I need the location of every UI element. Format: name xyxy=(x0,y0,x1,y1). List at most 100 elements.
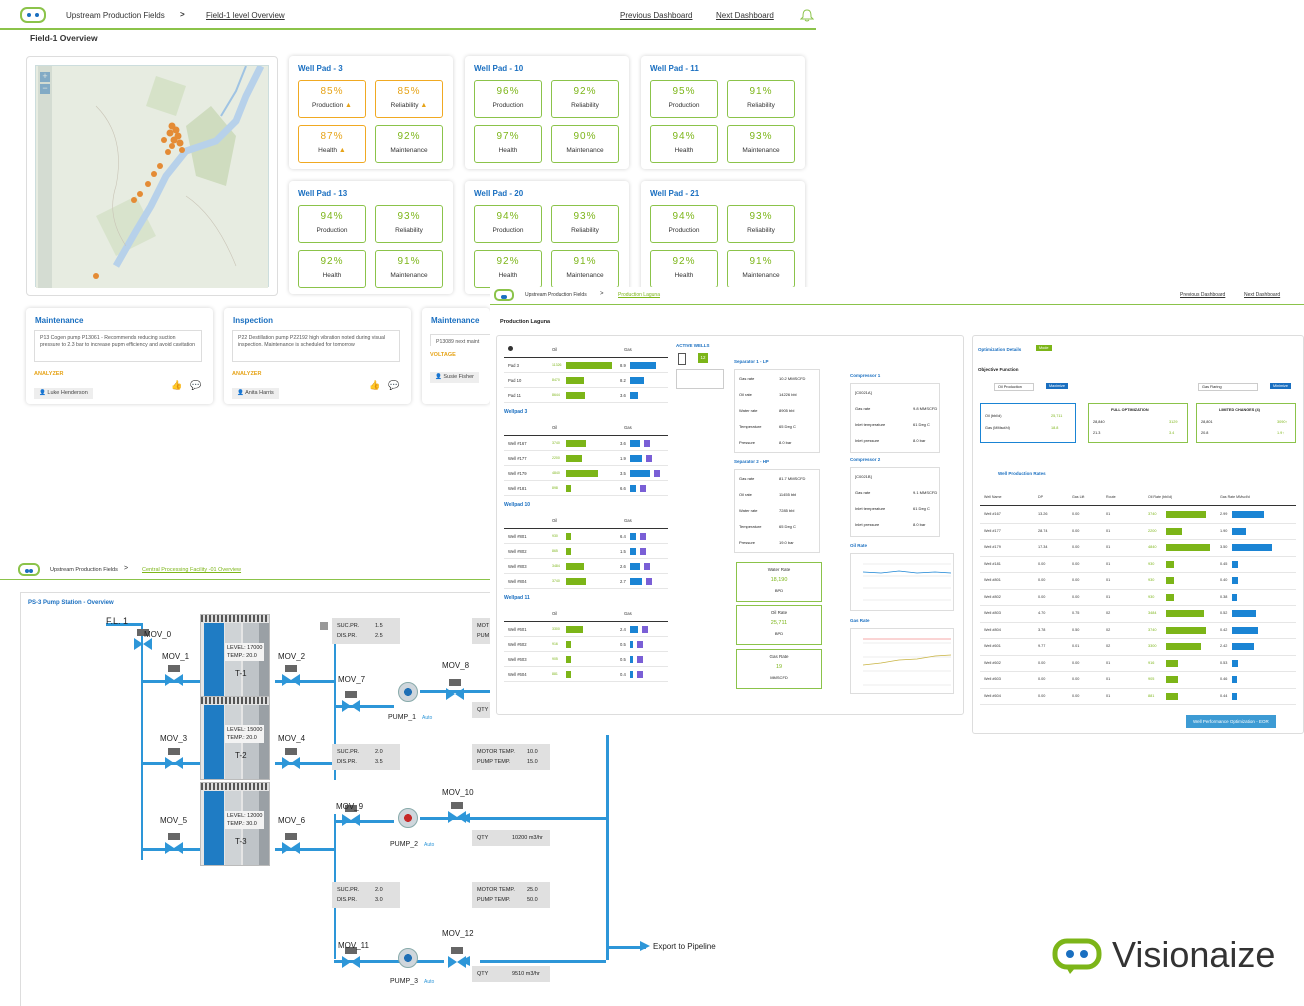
table-row[interactable]: Pad 3 11326 8.9 xyxy=(504,358,668,373)
well-pad-card[interactable]: Well Pad - 11 95% Production 91% Reliability… xyxy=(641,56,805,169)
kpi-tile[interactable]: 91% Maintenance xyxy=(375,250,443,288)
breadcrumb-app[interactable]: Upstream Production Fields xyxy=(50,567,118,573)
kpi-tile[interactable]: 91% Maintenance xyxy=(551,250,619,288)
kpi-tile[interactable]: 93% Reliability xyxy=(551,205,619,243)
storage-tank[interactable]: LEVEL: 12000 TEMP.: 30.0 T-3 xyxy=(200,782,270,866)
well-pad-card[interactable]: Well Pad - 10 96% Production 92% Reliability… xyxy=(465,56,629,169)
select-all-icon[interactable] xyxy=(508,346,513,351)
table-row[interactable]: Well #603 905 0.5 xyxy=(504,652,668,667)
compressor-box[interactable]: [C0021A] Gas rate 9.8 MMSCFD Inlet temperat… xyxy=(850,383,940,453)
valve-icon[interactable] xyxy=(342,700,360,712)
bell-icon[interactable] xyxy=(800,9,814,22)
breadcrumb-app[interactable]: Upstream Production Fields xyxy=(66,11,165,20)
kpi-tile[interactable]: 97% Health xyxy=(474,125,542,163)
kpi-tile[interactable]: 94% Health xyxy=(650,125,718,163)
previous-dashboard-link[interactable]: Previous Dashboard xyxy=(620,11,692,20)
well-pad-card[interactable]: Well Pad - 13 94% Production 93% Reliability… xyxy=(289,181,453,294)
kpi-tile[interactable]: 94% Production xyxy=(474,205,542,243)
next-dashboard-link[interactable]: Next Dashboard xyxy=(1244,292,1280,298)
kpi-tile[interactable]: 92% Health xyxy=(298,250,366,288)
table-row[interactable]: Well #167 13.26 0.00 01 3740 2.99 xyxy=(980,507,1296,524)
maximize-button[interactable]: Maximize xyxy=(1046,383,1069,389)
breadcrumb-link[interactable]: Production Laguna xyxy=(618,292,660,298)
alert-card[interactable]: Maintenance P13 Cogen pump P13061 - Recom… xyxy=(26,308,213,404)
breadcrumb-link[interactable]: Central Processing Facility -01 Overview xyxy=(142,567,241,573)
box2-result[interactable]: FULL OPTIMIZATION 28,840 3129 21.3 3.4 xyxy=(1088,403,1188,443)
table-row[interactable]: Pad 11 8644 3.6 xyxy=(504,388,668,403)
table-row[interactable]: Well #604 0.00 0.00 01 881 0.44 xyxy=(980,689,1296,705)
kpi-tile[interactable]: 91% Maintenance xyxy=(727,250,795,288)
kpi-tile[interactable]: 92% Health xyxy=(650,250,718,288)
kpi-tile[interactable]: 92% Maintenance xyxy=(375,125,443,163)
pump-mode[interactable]: Auto xyxy=(422,715,432,721)
optimization-button[interactable]: Well Performance Optimization - EOR xyxy=(1186,715,1276,728)
valve-icon[interactable] xyxy=(342,814,360,826)
table-row[interactable]: Well #181 898 6.6 xyxy=(504,481,668,496)
box3-result[interactable]: LIMITED CHANGES (4) 28,801 3090↑ 20.8 1.9↑ xyxy=(1196,403,1296,443)
table-row[interactable]: Well #803 4.70 0.75 02 3484 0.52 xyxy=(980,606,1296,623)
field-map[interactable]: + − xyxy=(26,56,278,296)
table-row[interactable]: Well #179 4840 3.5 xyxy=(504,466,668,481)
table-row[interactable]: Well #604 881 0.4 xyxy=(504,667,668,682)
objective-select[interactable]: Oil Production xyxy=(994,383,1034,391)
valve-icon[interactable] xyxy=(282,757,300,769)
flaring-select[interactable]: Gas Flaring xyxy=(1198,383,1258,391)
kpi-tile[interactable]: 95% Production xyxy=(650,80,718,118)
minimize-button[interactable]: Minimize xyxy=(1270,383,1291,389)
table-row[interactable]: Well #602 916 0.5 xyxy=(504,637,668,652)
table-row[interactable]: Well #803 3484 2.6 xyxy=(504,559,668,574)
table-row[interactable]: Pad 10 8470 8.2 xyxy=(504,373,668,388)
table-row[interactable]: Well #804 3.78 0.50 02 3740 0.42 xyxy=(980,623,1296,639)
kpi-tile[interactable]: 94% Production xyxy=(650,205,718,243)
kpi-tile[interactable]: 87% Health ▲ xyxy=(298,125,366,163)
well-pad-card[interactable]: Well Pad - 20 94% Production 93% Reliability… xyxy=(465,181,629,294)
kpi-tile[interactable]: 96% Production xyxy=(474,80,542,118)
valve-icon[interactable] xyxy=(282,842,300,854)
previous-dashboard-link[interactable]: Previous Dashboard xyxy=(1180,292,1225,298)
mode-badge[interactable]: Mode xyxy=(1036,345,1052,351)
alert-card[interactable]: Inspection P22 Destillation pump P22192 h… xyxy=(224,308,411,404)
table-row[interactable]: Well #167 3740 3.6 xyxy=(504,436,668,451)
table-row[interactable]: Well #179 17.34 0.00 01 4840 3.50 xyxy=(980,540,1296,557)
comment-icon[interactable]: 💬 xyxy=(190,380,201,391)
kpi-tile[interactable]: 85% Production ▲ xyxy=(298,80,366,118)
valve-icon[interactable] xyxy=(165,757,183,769)
table-row[interactable]: Well #602 0.00 0.00 01 916 0.53 xyxy=(980,656,1296,672)
valve-icon[interactable] xyxy=(446,688,464,700)
thumbs-up-icon[interactable]: 👍 xyxy=(369,380,380,391)
next-dashboard-link[interactable]: Next Dashboard xyxy=(716,11,774,20)
separator-box[interactable]: Gas rate 81.7 MMSCFD Oil rate 11455 bbl Wate… xyxy=(734,469,820,553)
table-row[interactable]: Well #601 9.77 0.01 02 3300 2.42 xyxy=(980,639,1296,656)
table-row[interactable]: Well #801 930 6.4 xyxy=(504,529,668,544)
well-pad-card[interactable]: Well Pad - 21 94% Production 93% Reliability… xyxy=(641,181,805,294)
kpi-tile[interactable]: 93% Maintenance xyxy=(727,125,795,163)
kpi-tile[interactable]: 92% Health xyxy=(474,250,542,288)
breadcrumb-app[interactable]: Upstream Production Fields xyxy=(525,292,587,298)
kpi-tile[interactable]: 91% Reliability xyxy=(727,80,795,118)
kpi-tile[interactable]: 93% Reliability xyxy=(375,205,443,243)
valve-icon[interactable] xyxy=(165,842,183,854)
compressor-box[interactable]: [C0021B] Gas rate 9.1 MMSCFD Inlet temperat… xyxy=(850,467,940,537)
assignee[interactable]: 👤 Anita Harris xyxy=(232,388,279,399)
table-row[interactable]: Well #181 0.00 0.00 01 930 0.45 xyxy=(980,557,1296,573)
storage-tank[interactable]: LEVEL: 15000 TEMP.: 20.0 T-2 xyxy=(200,696,270,780)
water-rate-box[interactable]: Water Rate 18,190 BPD xyxy=(736,562,822,602)
table-row[interactable]: Well #603 0.00 0.00 01 905 0.46 xyxy=(980,672,1296,689)
kpi-tile[interactable]: 94% Production xyxy=(298,205,366,243)
valve-icon[interactable] xyxy=(134,638,152,650)
thumbs-up-icon[interactable]: 👍 xyxy=(171,380,182,391)
comment-icon[interactable]: 💬 xyxy=(388,380,399,391)
kpi-tile[interactable]: 93% Reliability xyxy=(727,205,795,243)
kpi-tile[interactable]: 85% Reliability ▲ xyxy=(375,80,443,118)
table-row[interactable]: Well #802 865 1.5 xyxy=(504,544,668,559)
oil-rate-box[interactable]: Oil Rate 25,711 BPD xyxy=(736,605,822,645)
well-pad-card[interactable]: Well Pad - 3 85% Production ▲ 85% Reliabilit… xyxy=(289,56,453,169)
valve-icon[interactable] xyxy=(165,674,183,686)
table-row[interactable]: Well #177 28.74 0.00 01 2200 1.90 xyxy=(980,524,1296,540)
pump-mode[interactable]: Auto xyxy=(424,979,434,985)
table-row[interactable]: Well #804 3740 2.7 xyxy=(504,574,668,589)
gas-rate-box[interactable]: Gas Rate 19 MMSCFD xyxy=(736,649,822,689)
separator-box[interactable]: Gas rate 10.2 MMSCFD Oil rate 14226 bbl Wate… xyxy=(734,369,820,453)
pump-mode[interactable]: Auto xyxy=(424,842,434,848)
pump-icon[interactable] xyxy=(398,948,418,968)
